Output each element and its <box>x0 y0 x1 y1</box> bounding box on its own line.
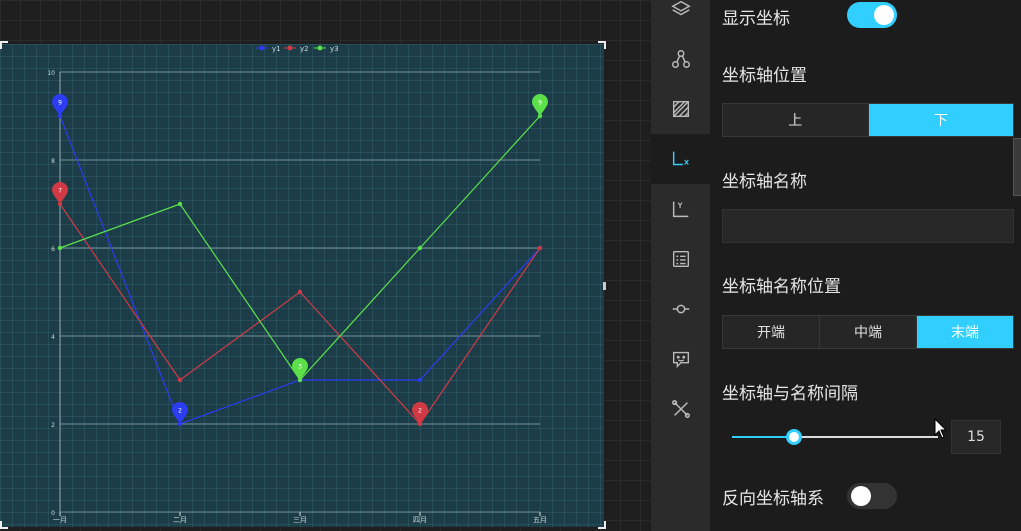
y-tick-label: 2 <box>51 422 55 429</box>
panel-scroll-handle[interactable] <box>1013 138 1021 196</box>
data-point-y1 <box>417 377 423 383</box>
resize-handle-top-right[interactable] <box>598 41 606 49</box>
y-tick-label: 6 <box>51 246 55 253</box>
show-axis-label: 显示坐标 <box>722 9 790 29</box>
axis-position-top[interactable]: 上 <box>723 104 869 136</box>
legend-swatch-dot <box>259 45 265 51</box>
name-position-label: 坐标轴名称位置 <box>722 277 841 297</box>
slider-fill <box>732 436 794 438</box>
legend-label: y3 <box>330 45 339 53</box>
tools-icon <box>671 400 690 418</box>
name-position-selector: 开端 中端 末端 <box>722 315 1014 349</box>
rail-item-marker[interactable] <box>651 284 710 334</box>
toggle-knob <box>874 5 894 25</box>
legend-swatch-dot <box>317 45 323 51</box>
axis-position-label: 坐标轴位置 <box>722 66 807 86</box>
nodes-icon <box>671 50 690 68</box>
data-point-y3 <box>417 245 423 251</box>
legend-label: y2 <box>300 45 309 53</box>
name-position-start[interactable]: 开端 <box>723 316 820 348</box>
resize-handle-bottom-right[interactable] <box>598 521 606 529</box>
inverse-axis-label: 反向坐标轴系 <box>722 489 824 509</box>
marker-label: 2 <box>178 408 182 415</box>
y-tick-label: 8 <box>51 158 55 165</box>
rail-item-x-axis[interactable] <box>651 134 710 184</box>
inverse-axis-toggle[interactable] <box>847 483 897 509</box>
rail-item-layers[interactable] <box>651 0 710 34</box>
x-axis-icon <box>672 151 689 166</box>
y-tick-label: 4 <box>51 334 55 341</box>
axis-settings-panel: 显示坐标 坐标轴位置 上 下 坐标轴名称 坐标轴名称位置 开端 中端 末端 坐标… <box>710 0 1021 531</box>
line-marker-icon <box>672 304 689 314</box>
axis-name-label: 坐标轴名称 <box>722 172 807 192</box>
list-icon <box>672 250 689 268</box>
name-gap-slider[interactable] <box>732 429 938 445</box>
tooltip-icon <box>672 351 689 368</box>
show-axis-toggle[interactable] <box>847 2 897 28</box>
name-gap-input[interactable]: 15 <box>951 420 1001 454</box>
slider-thumb[interactable] <box>785 429 802 445</box>
resize-handle-right[interactable] <box>603 282 606 290</box>
x-tick-label: 三月 <box>293 516 307 524</box>
resize-handle-bottom-left[interactable] <box>0 521 8 529</box>
marker-label: 9 <box>58 100 62 107</box>
x-tick-label: 四月 <box>413 516 427 524</box>
legend-swatch-dot <box>287 45 293 51</box>
marker-label: 2 <box>418 408 422 415</box>
data-point-y3 <box>57 245 63 251</box>
data-point-y2 <box>297 289 303 295</box>
rail-item-y-axis[interactable] <box>651 184 710 234</box>
axis-position-selector: 上 下 <box>722 103 1014 137</box>
toggle-knob <box>851 486 871 506</box>
series-line-y2 <box>59 203 541 425</box>
axis-name-input[interactable] <box>722 209 1014 243</box>
y-tick-label: 10 <box>47 70 55 77</box>
y-axis-icon <box>672 201 688 218</box>
pattern-icon <box>672 100 689 118</box>
name-gap-label: 坐标轴与名称间隔 <box>722 384 858 404</box>
marker-label: 9 <box>538 100 542 107</box>
layers-icon <box>670 0 691 16</box>
data-point-y2 <box>177 377 183 383</box>
name-position-middle[interactable]: 中端 <box>820 316 917 348</box>
axis-position-bottom[interactable]: 下 <box>868 104 1013 136</box>
mouse-cursor-icon <box>934 418 948 439</box>
editor-canvas[interactable]: 0 2 4 6 8 10 一月 二月 三月 四月 五月 9 2 7 2 3 9 y1 y2 y3 <box>0 0 651 531</box>
x-tick-label: 五月 <box>533 516 547 524</box>
settings-category-rail <box>651 0 710 531</box>
rail-item-nodes[interactable] <box>651 34 710 84</box>
x-tick-label: 一月 <box>53 516 67 524</box>
resize-handle-top-left[interactable] <box>0 41 8 49</box>
data-point-y3 <box>177 201 183 207</box>
marker-label: 7 <box>58 188 62 195</box>
legend-label: y1 <box>272 45 281 53</box>
rail-item-tools[interactable] <box>651 384 710 434</box>
rail-item-legend-list[interactable] <box>651 234 710 284</box>
data-point-y2 <box>537 245 543 251</box>
marker-label: 3 <box>298 364 302 371</box>
rail-item-pattern[interactable] <box>651 84 710 134</box>
line-chart: 0246810一月 二月 三月 四月 五月927239y1 y2 y3 <box>47 45 548 524</box>
x-tick-label: 二月 <box>173 516 187 524</box>
name-position-end[interactable]: 末端 <box>917 316 1013 348</box>
rail-item-tooltip[interactable] <box>651 334 710 384</box>
